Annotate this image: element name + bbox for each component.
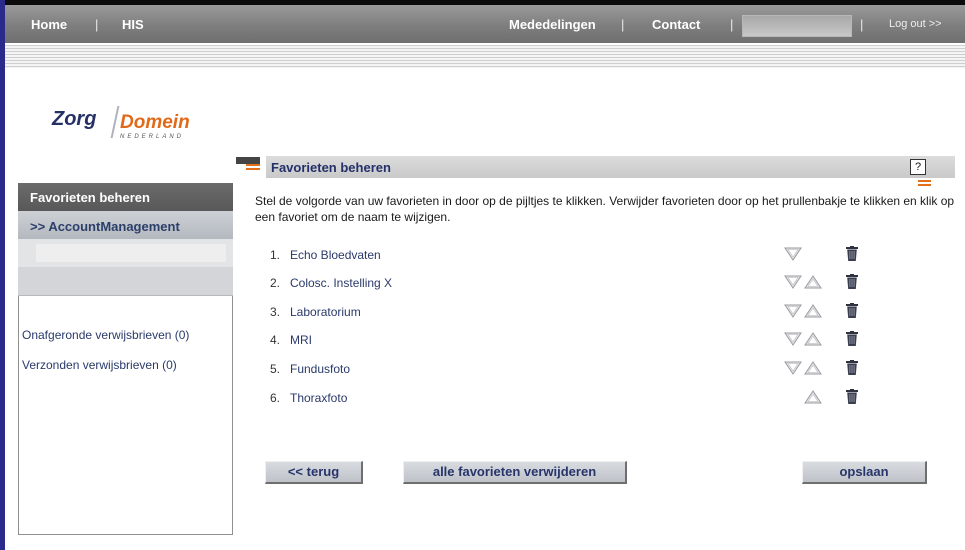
nav-mededelingen-link[interactable]: Mededelingen: [509, 17, 596, 32]
section-header: Favorieten beheren ?: [266, 156, 955, 178]
nav-contact-link[interactable]: Contact: [652, 17, 700, 32]
nav-separator: |: [730, 17, 734, 32]
nav-separator: |: [95, 17, 99, 32]
favorite-row: 4. MRI: [266, 331, 866, 351]
top-nav-bar: Home | HIS Mededelingen | Contact | | Lo…: [5, 5, 965, 43]
favorite-row: 2. Colosc. Instelling X: [266, 274, 866, 294]
move-down-arrow-icon[interactable]: [784, 331, 802, 350]
move-up-arrow-icon[interactable]: [804, 303, 822, 322]
favorite-number: 1.: [270, 248, 281, 262]
trash-icon[interactable]: [846, 274, 858, 293]
favorite-row: 5. Fundusfoto: [266, 360, 866, 380]
favorite-row: 6. Thoraxfoto: [266, 389, 866, 409]
save-button[interactable]: opslaan: [802, 461, 927, 484]
logo-domein-text: Domein: [120, 112, 190, 133]
favorite-row: 3. Laboratorium: [266, 303, 866, 323]
trash-icon[interactable]: [846, 303, 858, 322]
header-stripes: [5, 45, 965, 68]
move-down-arrow-icon[interactable]: [784, 303, 802, 322]
help-icon[interactable]: ?: [910, 159, 926, 175]
move-up-arrow-icon[interactable]: [804, 331, 822, 350]
favorite-number: 6.: [270, 391, 281, 405]
favorite-name-link[interactable]: Thoraxfoto: [290, 391, 347, 405]
favorite-number: 4.: [270, 333, 281, 347]
move-up-arrow-icon[interactable]: [804, 274, 822, 293]
delete-all-favorites-button[interactable]: alle favorieten verwijderen: [403, 461, 627, 484]
sidebar-item-favorieten-beheren[interactable]: Favorieten beheren: [18, 183, 233, 211]
sidebar-item-accountmanagement[interactable]: >> AccountManagement: [18, 211, 233, 239]
back-button[interactable]: << terug: [265, 461, 363, 484]
page-title: Favorieten beheren: [271, 160, 391, 175]
move-down-arrow-icon[interactable]: [784, 274, 802, 293]
favorite-number: 2.: [270, 276, 281, 290]
nav-his-link[interactable]: HIS: [122, 17, 144, 32]
favorite-row: 1. Echo Bloedvaten: [266, 246, 866, 266]
favorite-name-link[interactable]: Laboratorium: [290, 305, 361, 319]
header-marker-lines-icon: [246, 164, 260, 176]
sidebar-divider-block: [18, 267, 233, 296]
window-frame-left: [0, 0, 5, 550]
trash-icon[interactable]: [846, 331, 858, 350]
menu-lines-icon: [918, 180, 931, 188]
favorite-name-link[interactable]: Colosc. Instelling X: [290, 276, 392, 290]
instructions-text: Stel de volgorde van uw favorieten in do…: [255, 194, 955, 224]
header-marker-icon: [236, 157, 260, 164]
favorite-name-link[interactable]: Echo Bloedvaten: [290, 248, 381, 262]
sidebar-item-label: Favorieten beheren: [30, 190, 150, 205]
trash-icon[interactable]: [846, 389, 858, 408]
favorite-name-link[interactable]: MRI: [290, 333, 312, 347]
nav-home-link[interactable]: Home: [31, 17, 67, 32]
move-down-arrow-icon[interactable]: [784, 246, 802, 265]
nav-separator: |: [621, 17, 625, 32]
favorite-number: 5.: [270, 362, 281, 376]
sidebar-link-onafgeronde[interactable]: Onafgeronde verwijsbrieven (0): [22, 328, 189, 342]
sidebar-item-label: >> AccountManagement: [30, 219, 180, 234]
move-up-arrow-icon[interactable]: [804, 389, 822, 408]
trash-icon[interactable]: [846, 246, 858, 265]
favorite-name-link[interactable]: Fundusfoto: [290, 362, 350, 376]
sidebar-empty-slot: [18, 239, 233, 267]
favorite-number: 3.: [270, 305, 281, 319]
move-up-arrow-icon[interactable]: [804, 360, 822, 379]
move-down-arrow-icon[interactable]: [784, 360, 802, 379]
sidebar-link-verzonden[interactable]: Verzonden verwijsbrieven (0): [22, 358, 177, 372]
logo-divider: [110, 106, 120, 138]
nav-separator: |: [860, 17, 864, 32]
trash-icon[interactable]: [846, 360, 858, 379]
logout-link[interactable]: Log out >>: [889, 18, 942, 30]
logo-zorg-text: Zorg: [52, 108, 97, 130]
user-name-box: [742, 15, 852, 37]
logo-nederland-text: NEDERLAND: [120, 134, 185, 140]
